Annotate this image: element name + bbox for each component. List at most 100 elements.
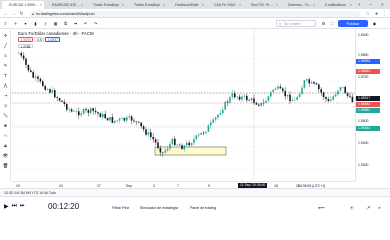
shapes-icon[interactable]: ☺ bbox=[2, 102, 9, 109]
profile-avatar[interactable]: ● bbox=[373, 10, 380, 17]
browser-tab-7[interactable]: Sea TGL +5 MG × bbox=[244, 1, 280, 9]
candle bbox=[102, 111, 104, 120]
candle bbox=[78, 107, 80, 119]
forward-arrow-icon[interactable]: → bbox=[10, 10, 17, 17]
brush-icon[interactable]: ✎ bbox=[2, 62, 9, 69]
redo-icon[interactable]: ↷ bbox=[92, 20, 99, 27]
browser-tab-5[interactable]: Facebook/Edile × bbox=[168, 1, 206, 9]
tab-trading-panel[interactable]: Panel de trading bbox=[190, 206, 216, 210]
close-tab-icon[interactable]: × bbox=[313, 3, 315, 7]
candle bbox=[265, 98, 267, 104]
url-input[interactable]: 🔒︎ es.tradingview.com/chart/xBhwdpUz/ bbox=[30, 10, 360, 17]
price-axis[interactable]: 1.6000 1.5800 1.5700 1.5500 1.5400 1.530… bbox=[355, 29, 380, 181]
browser-tab-3[interactable]: Trader ExtraDepr × bbox=[86, 1, 126, 9]
browser-tab-8[interactable]: Dommes - The Tr × bbox=[281, 1, 317, 9]
undo-icon[interactable]: ↶ bbox=[82, 20, 89, 27]
ruler-icon[interactable]: 📏︎ bbox=[2, 112, 9, 119]
fullscreen-icon[interactable]: ⛶ bbox=[329, 20, 336, 27]
text-icon[interactable]: T bbox=[2, 72, 9, 79]
pattern-icon[interactable]: ⋀ bbox=[2, 82, 9, 89]
replay-bar: ▶ ⏭︎ ⏩︎ 00:12:20 Filtrar Pine Simulador … bbox=[0, 196, 390, 218]
candle bbox=[238, 94, 241, 101]
close-tab-icon[interactable]: × bbox=[239, 3, 241, 7]
camera-icon[interactable]: ◉ bbox=[371, 20, 378, 27]
lock-icon: 🔒︎ bbox=[32, 11, 34, 16]
trash-icon[interactable]: 🗑︎ bbox=[2, 162, 9, 169]
close-tab-icon[interactable]: × bbox=[202, 3, 204, 7]
minimize-icon[interactable]: – bbox=[366, 0, 375, 8]
browser-tab-4[interactable]: Trader ExtraDepr × bbox=[127, 1, 167, 9]
fib-icon[interactable]: ≡ bbox=[2, 52, 9, 59]
menu-icon[interactable]: ≡ bbox=[2, 20, 9, 27]
window-close-icon[interactable]: × bbox=[378, 0, 387, 8]
tab-favicon-icon bbox=[246, 3, 250, 7]
back-arrow-icon[interactable]: ← bbox=[2, 10, 9, 17]
trendline-icon[interactable]: ╱ bbox=[2, 42, 9, 49]
alert-icon[interactable]: ⏰︎ bbox=[62, 20, 69, 27]
browser-menu-icon[interactable]: ⋮ bbox=[381, 10, 388, 17]
candle bbox=[87, 108, 90, 117]
indicators-icon[interactable]: ƒ bbox=[42, 20, 49, 27]
ask-badge[interactable]: 1.5597 bbox=[45, 37, 61, 42]
zoom-icon[interactable]: ⊕ bbox=[2, 122, 9, 129]
candle bbox=[18, 50, 20, 54]
play-icon[interactable]: ▶ bbox=[4, 203, 9, 210]
candle bbox=[150, 128, 152, 140]
browser-tab-2[interactable]: EAUR/USD IDEA pr × bbox=[45, 1, 85, 9]
candle-type-icon[interactable]: ▮ bbox=[32, 20, 39, 27]
tab-label: EAUR/USD IDEA pr bbox=[52, 3, 81, 7]
candle bbox=[99, 112, 102, 118]
range-5d[interactable]: 1D 5D 1M 3M 6M YTD 1A 5A Todo bbox=[4, 191, 56, 195]
forecast-icon[interactable]: ⇢ bbox=[2, 92, 9, 99]
candlestick-chart[interactable] bbox=[12, 29, 355, 181]
settings-gear-icon[interactable]: ⚙ bbox=[320, 20, 327, 27]
candle bbox=[267, 95, 270, 103]
candle bbox=[291, 96, 294, 102]
candle bbox=[258, 103, 260, 107]
candle bbox=[282, 87, 284, 93]
eye-icon[interactable]: 👁︎ bbox=[2, 152, 9, 159]
browser-tab-1[interactable]: EURCAD 1.55951 ↑ × bbox=[2, 1, 44, 9]
camera-icon[interactable]: ⦿ bbox=[350, 206, 354, 211]
speed-icon[interactable]: ⏩︎ bbox=[20, 203, 25, 210]
step-forward-icon[interactable]: ⏭︎ bbox=[12, 203, 17, 210]
reload-icon[interactable]: ↻ bbox=[18, 10, 25, 17]
price-label: 1.5700 bbox=[358, 75, 369, 79]
close-tab-icon[interactable]: × bbox=[40, 3, 42, 7]
symbol-search-icon[interactable]: ＋ bbox=[12, 20, 19, 27]
candle bbox=[262, 98, 265, 107]
candle bbox=[188, 140, 190, 147]
price-tag: 1.55917 bbox=[356, 96, 380, 101]
search-input[interactable]: ⌕ Su nombre bbox=[276, 20, 316, 27]
replay-progress-icon[interactable]: ●━━ bbox=[318, 206, 325, 210]
close-tab-icon[interactable]: × bbox=[122, 3, 124, 7]
candle bbox=[123, 117, 126, 123]
candle bbox=[205, 131, 207, 135]
time-axis[interactable]: 19 24 27 Sep 3 7 9 18 21 11 Sep '20 05:0… bbox=[12, 181, 355, 188]
search-icon: ⌕ bbox=[279, 21, 282, 26]
chart-pane[interactable]: Euro Fx/Dólar canadiense · 4h · FACM 1.5… bbox=[12, 29, 355, 181]
browser-tab-6[interactable]: CAD Frr SIAO × bbox=[207, 1, 243, 9]
close-tab-icon[interactable]: × bbox=[276, 3, 278, 7]
mic-icon[interactable]: 🎤︎ bbox=[366, 206, 371, 210]
candle bbox=[253, 94, 255, 105]
chart-clock[interactable]: 08:35:06 (UTC+1) bbox=[298, 184, 325, 188]
crosshair-icon[interactable]: ✛ bbox=[2, 32, 9, 39]
bookmark-star-icon[interactable]: ☆ bbox=[364, 10, 371, 17]
lock-drawings-icon[interactable]: 🔒︎ bbox=[2, 142, 9, 149]
bid-badge[interactable]: 1.5595 bbox=[18, 37, 34, 42]
replay-icon[interactable]: ⏪︎ bbox=[72, 20, 79, 27]
close-tab-icon[interactable]: × bbox=[163, 3, 165, 7]
close-tab-icon[interactable]: × bbox=[350, 3, 352, 7]
tab-strategy-tester[interactable]: Simulador de estrategia bbox=[140, 206, 178, 210]
close-tab-icon[interactable]: × bbox=[81, 3, 83, 7]
new-tab-icon[interactable]: + bbox=[355, 0, 364, 8]
interval-button[interactable]: ▾ bbox=[22, 20, 29, 27]
publish-button[interactable]: Publicar bbox=[338, 20, 368, 27]
magnet-icon[interactable]: ∩ bbox=[2, 132, 9, 139]
tab-pine-filter[interactable]: Filtrar Pine bbox=[112, 206, 129, 210]
candle bbox=[63, 99, 66, 107]
layout-icon[interactable]: ▦ bbox=[52, 20, 59, 27]
browser-tab-9[interactable]: 5 notifications × bbox=[318, 1, 354, 9]
close-icon[interactable]: ✕ bbox=[378, 206, 381, 210]
